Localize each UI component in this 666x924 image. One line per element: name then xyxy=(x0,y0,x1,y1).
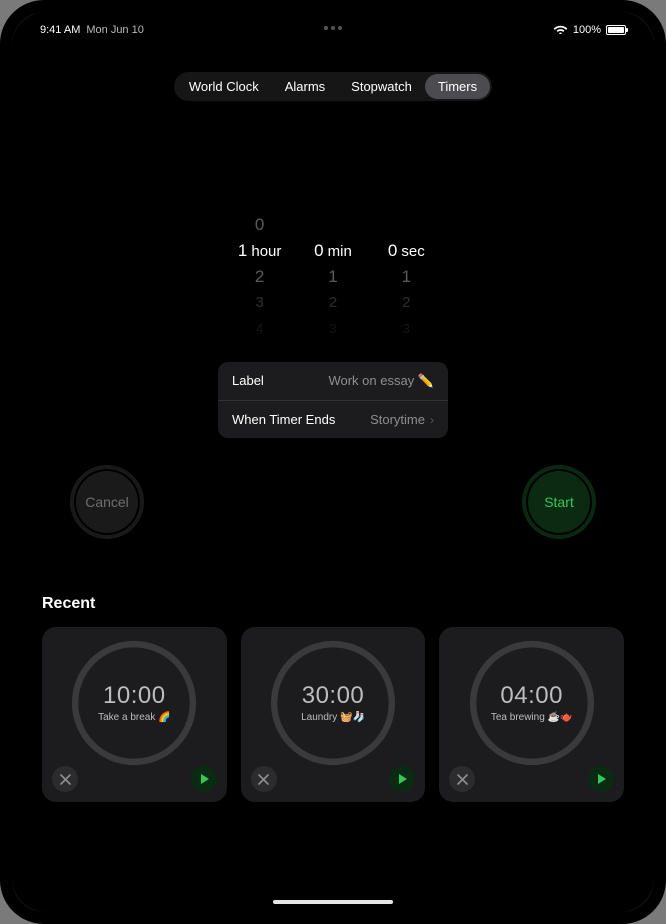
picker-minutes-column[interactable]: 0min 1 2 3 xyxy=(296,212,369,342)
close-icon xyxy=(258,774,269,785)
timer-time: 04:00 xyxy=(500,682,563,710)
recent-section: Recent 10:00 Take a break 🌈 xyxy=(42,595,624,802)
label-title: Label xyxy=(232,373,264,389)
delete-timer-button[interactable] xyxy=(251,766,277,792)
cancel-button[interactable]: Cancel xyxy=(72,467,142,537)
label-value: Work on essay ✏️ xyxy=(328,373,434,389)
delete-timer-button[interactable] xyxy=(52,766,78,792)
tab-world-clock[interactable]: World Clock xyxy=(176,74,272,99)
status-time: 9:41 AM xyxy=(40,24,80,36)
play-timer-button[interactable] xyxy=(191,766,217,792)
tab-stopwatch[interactable]: Stopwatch xyxy=(338,74,425,99)
timer-label: Tea brewing ☕️🫖 xyxy=(481,712,583,724)
close-icon xyxy=(60,774,71,785)
status-bar: 9:41 AM Mon Jun 10 100% xyxy=(12,18,654,42)
play-icon xyxy=(200,773,210,785)
wifi-icon xyxy=(553,23,568,37)
timer-dial: 10:00 Take a break 🌈 xyxy=(70,639,198,767)
status-date: Mon Jun 10 xyxy=(86,24,143,36)
chevron-right-icon: › xyxy=(430,413,434,427)
timer-time: 10:00 xyxy=(103,682,166,710)
label-row[interactable]: Label Work on essay ✏️ xyxy=(218,362,448,400)
tab-timers[interactable]: Timers xyxy=(425,74,490,99)
recent-timer-card[interactable]: 04:00 Tea brewing ☕️🫖 xyxy=(439,627,624,802)
delete-timer-button[interactable] xyxy=(449,766,475,792)
ends-title: When Timer Ends xyxy=(232,412,335,427)
play-timer-button[interactable] xyxy=(389,766,415,792)
multitask-indicator[interactable] xyxy=(324,26,342,30)
picker-seconds-column[interactable]: 0sec 1 2 3 xyxy=(370,212,443,342)
picker-hours-column[interactable]: 0 1hour 2 3 4 xyxy=(223,212,296,342)
recent-heading: Recent xyxy=(42,595,624,613)
play-timer-button[interactable] xyxy=(588,766,614,792)
home-indicator[interactable] xyxy=(273,900,393,904)
timer-dial: 04:00 Tea brewing ☕️🫖 xyxy=(468,639,596,767)
timer-dial: 30:00 Laundry 🧺🧦 xyxy=(269,639,397,767)
recent-timer-card[interactable]: 10:00 Take a break 🌈 xyxy=(42,627,227,802)
timer-label: Laundry 🧺🧦 xyxy=(291,712,375,724)
ipad-device-frame: 9:41 AM Mon Jun 10 100% World ClockAlarm… xyxy=(0,0,666,924)
ends-value: Storytime xyxy=(370,412,425,427)
close-icon xyxy=(457,774,468,785)
timer-options: Label Work on essay ✏️ When Timer Ends S… xyxy=(218,362,448,438)
play-icon xyxy=(398,773,408,785)
timer-time: 30:00 xyxy=(302,682,365,710)
battery-pct: 100% xyxy=(573,24,601,36)
play-icon xyxy=(597,773,607,785)
start-button[interactable]: Start xyxy=(524,467,594,537)
timer-label: Take a break 🌈 xyxy=(88,712,181,724)
tab-alarms[interactable]: Alarms xyxy=(272,74,338,99)
tab-bar: World ClockAlarmsStopwatchTimers xyxy=(174,72,492,101)
screen: 9:41 AM Mon Jun 10 100% World ClockAlarm… xyxy=(12,12,654,912)
recent-timer-card[interactable]: 30:00 Laundry 🧺🧦 xyxy=(241,627,426,802)
time-picker[interactable]: 0 1hour 2 3 4 0min 1 2 3 0sec 1 xyxy=(223,212,443,342)
when-timer-ends-row[interactable]: When Timer Ends Storytime › xyxy=(218,400,448,438)
battery-icon xyxy=(606,25,626,35)
